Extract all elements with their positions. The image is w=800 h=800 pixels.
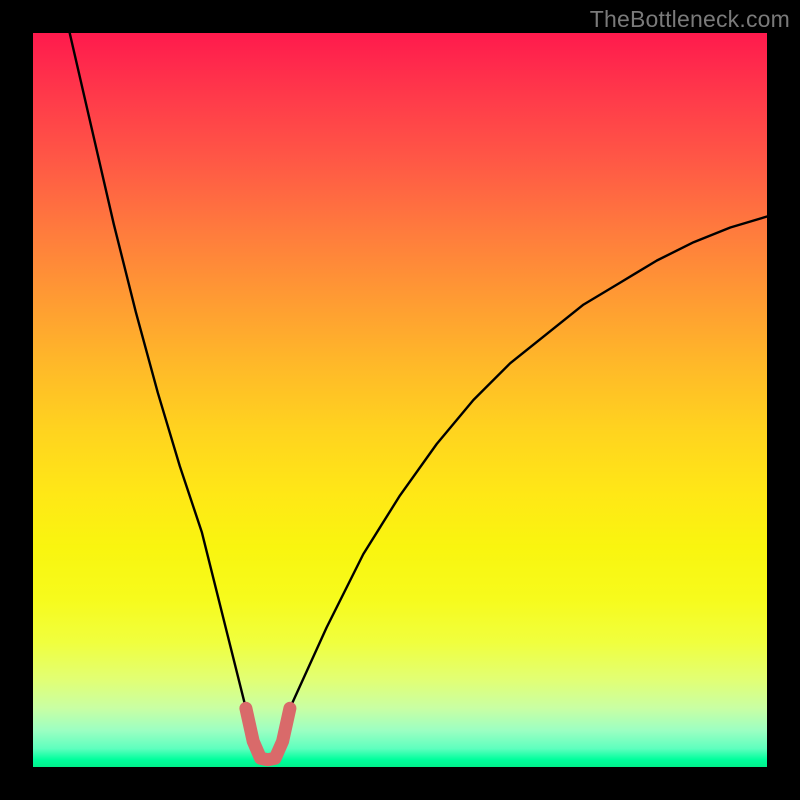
watermark-text: TheBottleneck.com	[590, 6, 790, 33]
plot-area	[33, 33, 767, 767]
bottleneck-curve	[70, 33, 767, 760]
optimal-zone-highlight	[246, 708, 290, 759]
chart-frame: TheBottleneck.com	[0, 0, 800, 800]
curve-layer	[33, 33, 767, 767]
